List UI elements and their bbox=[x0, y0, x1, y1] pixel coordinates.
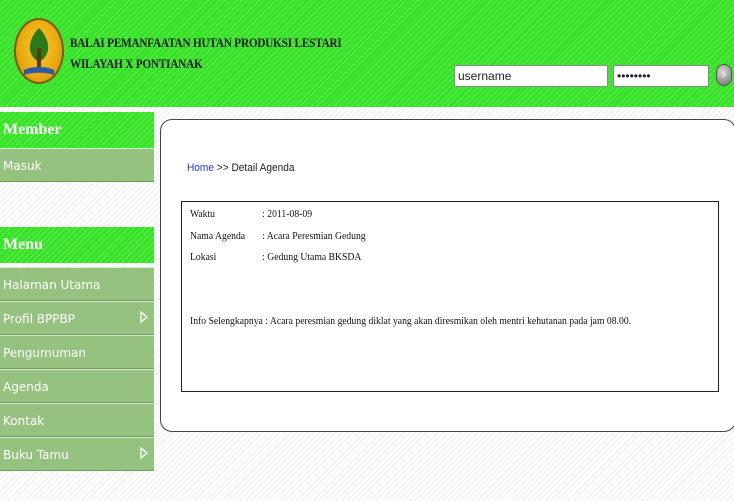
sidebar-item-halaman-utama[interactable]: Halaman Utama bbox=[0, 267, 154, 301]
sidebar-item-label: Profil BPPBP bbox=[3, 312, 75, 326]
site-header: BALAI PEMANFAATAN HUTAN PRODUKSI LESTARI… bbox=[0, 0, 734, 107]
info-value: : Acara peresmian gedung diklat yang aka… bbox=[262, 315, 632, 327]
agenda-detail-box: Waktu : 2011-08-09 Nama Agenda : Acara P… bbox=[181, 201, 719, 392]
sidebar-item-masuk[interactable]: Masuk bbox=[0, 148, 154, 182]
sidebar-item-label: Halaman Utama bbox=[3, 278, 101, 292]
detail-row-info: Info Selengkapnya : Acara peresmian gedu… bbox=[190, 315, 631, 327]
waktu-label: Waktu bbox=[190, 208, 216, 220]
sidebar-title-member: Member bbox=[0, 112, 154, 148]
sidebar-item-profil[interactable]: Profil BPPBP bbox=[0, 301, 154, 335]
password-input[interactable] bbox=[613, 65, 709, 87]
waktu-value: : 2011-08-09 bbox=[262, 208, 313, 220]
sidebar-item-agenda[interactable]: Agenda bbox=[0, 369, 154, 403]
chevron-right-icon bbox=[140, 311, 148, 323]
nama-agenda-value: : Acara Peresmian Gedung bbox=[262, 230, 366, 242]
org-name-line2: WILAYAH X PONTIANAK bbox=[70, 56, 203, 71]
sidebar-item-buku-tamu[interactable]: Buku Tamu bbox=[0, 437, 154, 471]
username-input[interactable] bbox=[454, 65, 608, 87]
sidebar-item-label: Pengumuman bbox=[3, 346, 86, 360]
breadcrumb: Home >> Detail Agenda bbox=[187, 162, 294, 174]
sidebar-item-label: Agenda bbox=[3, 380, 49, 394]
breadcrumb-current: >> Detail Agenda bbox=[213, 162, 295, 174]
logo bbox=[14, 18, 64, 84]
sidebar-item-label: Kontak bbox=[3, 414, 45, 428]
nama-agenda-label: Nama Agenda bbox=[190, 230, 246, 242]
sidebar-item-label: Masuk bbox=[3, 159, 42, 173]
lokasi-label: Lokasi bbox=[190, 251, 217, 263]
chevron-right-icon bbox=[140, 447, 148, 459]
info-label: Info Selengkapnya bbox=[190, 315, 263, 327]
sidebar-item-pengumuman[interactable]: Pengumuman bbox=[0, 335, 154, 369]
chevron-right-icon: › bbox=[721, 68, 727, 81]
sidebar-item-kontak[interactable]: Kontak bbox=[0, 403, 154, 437]
sidebar-title-menu: Menu bbox=[0, 227, 154, 263]
org-name-line1: BALAI PEMANFAATAN HUTAN PRODUKSI LESTARI bbox=[70, 35, 342, 50]
login-submit-button[interactable]: › bbox=[716, 64, 732, 86]
lokasi-value: : Gedung Utama BKSDA bbox=[262, 251, 362, 263]
sidebar-item-label: Buku Tamu bbox=[3, 448, 69, 462]
breadcrumb-home-link[interactable]: Home bbox=[187, 162, 214, 174]
